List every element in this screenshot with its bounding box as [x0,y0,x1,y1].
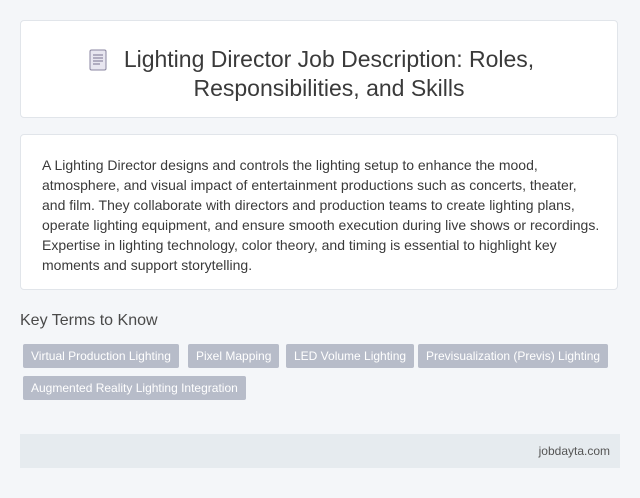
footer-site-link[interactable]: jobdayta.com [539,444,610,458]
footer: jobdayta.com [20,434,620,468]
tag-pixel-mapping[interactable]: Pixel Mapping [188,344,280,368]
page: Lighting Director Job Description: Roles… [0,0,640,498]
tag-augmented-reality-lighting-integration[interactable]: Augmented Reality Lighting Integration [23,376,246,400]
description-card: A Lighting Director designs and controls… [20,134,618,290]
title-card: Lighting Director Job Description: Roles… [20,20,618,118]
tag-previsualization-lighting[interactable]: Previsualization (Previs) Lighting [418,344,609,368]
tag-virtual-production-lighting[interactable]: Virtual Production Lighting [23,344,179,368]
job-description: A Lighting Director designs and controls… [42,157,600,273]
tag-led-volume-lighting[interactable]: LED Volume Lighting [286,344,415,368]
page-title: Lighting Director Job Description: Roles… [123,46,535,101]
key-terms-heading: Key Terms to Know [20,312,158,329]
